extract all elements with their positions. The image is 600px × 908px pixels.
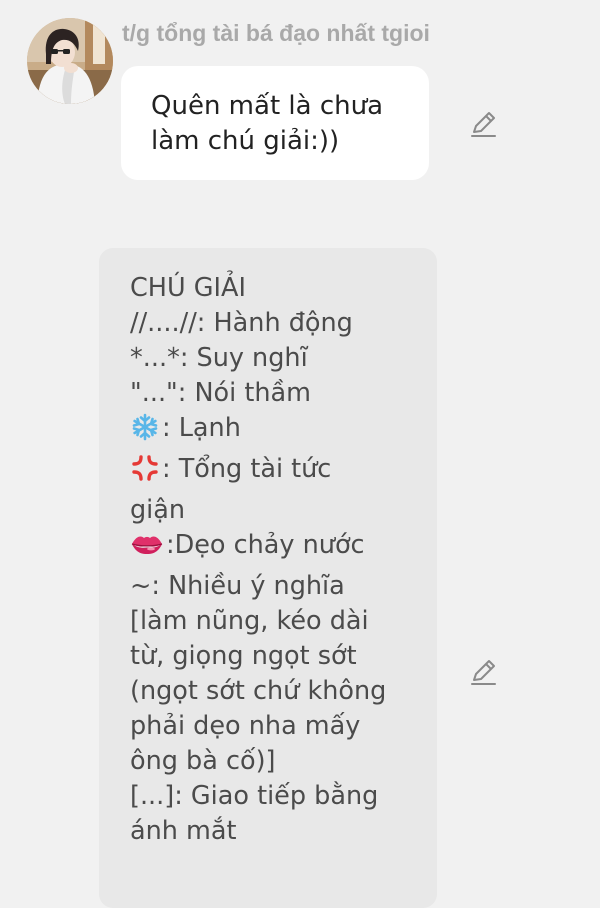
snowflake-icon (130, 412, 160, 452)
edit-icon[interactable] (469, 657, 499, 687)
legend-text: : Tổng tài tức (162, 454, 332, 484)
legend-line-thought: *...*: Suy nghĩ (130, 343, 308, 373)
legend-line-angry-cont: giận (130, 495, 186, 525)
legend-line-multi-cont: từ, giọng ngọt sớt (130, 641, 357, 671)
legend-line-lips: :Dẹo chảy nước (130, 528, 417, 569)
legend-line-multi-cont: phải dẹo nha mấy (130, 711, 361, 741)
avatar-photo (27, 18, 113, 104)
sender-name: t/g tổng tài bá đạo nhất tgioi (122, 20, 430, 46)
edit-icon[interactable] (469, 109, 499, 139)
anger-symbol-icon (130, 453, 160, 493)
legend-line-multi-cont: (ngọt sớt chứ không (130, 676, 387, 706)
legend-line-multi-cont: ông bà cố)] (130, 746, 276, 776)
legend-text: :Dẹo chảy nước (166, 530, 365, 560)
legend-line-eye: [...]: Giao tiếp bằng (130, 781, 379, 811)
message-bubble[interactable]: Quên mất là chưa làm chú giải:)) (121, 66, 429, 180)
legend-line-action: //....//: Hành động (130, 308, 353, 338)
legend-text: : Lạnh (162, 413, 241, 443)
legend-title: CHÚ GIẢI (130, 273, 246, 303)
legend-line-eye-cont: ánh mắt (130, 816, 237, 846)
message-text-line: Quên mất là chưa (151, 91, 384, 121)
legend-line-whisper: "...": Nói thầm (130, 378, 311, 408)
legend-line-cold: : Lạnh (130, 411, 417, 452)
legend-line-multi: ~: Nhiều ý nghĩa (130, 571, 345, 601)
legend-line-multi-cont: [làm nũng, kéo dài (130, 606, 369, 636)
avatar[interactable] (27, 18, 113, 104)
lips-icon (130, 529, 164, 569)
message-bubble[interactable]: CHÚ GIẢI //....//: Hành động *...*: Suy … (99, 248, 437, 908)
message-text-line: làm chú giải:)) (151, 126, 340, 156)
legend-line-angry: : Tổng tài tức (130, 452, 417, 493)
